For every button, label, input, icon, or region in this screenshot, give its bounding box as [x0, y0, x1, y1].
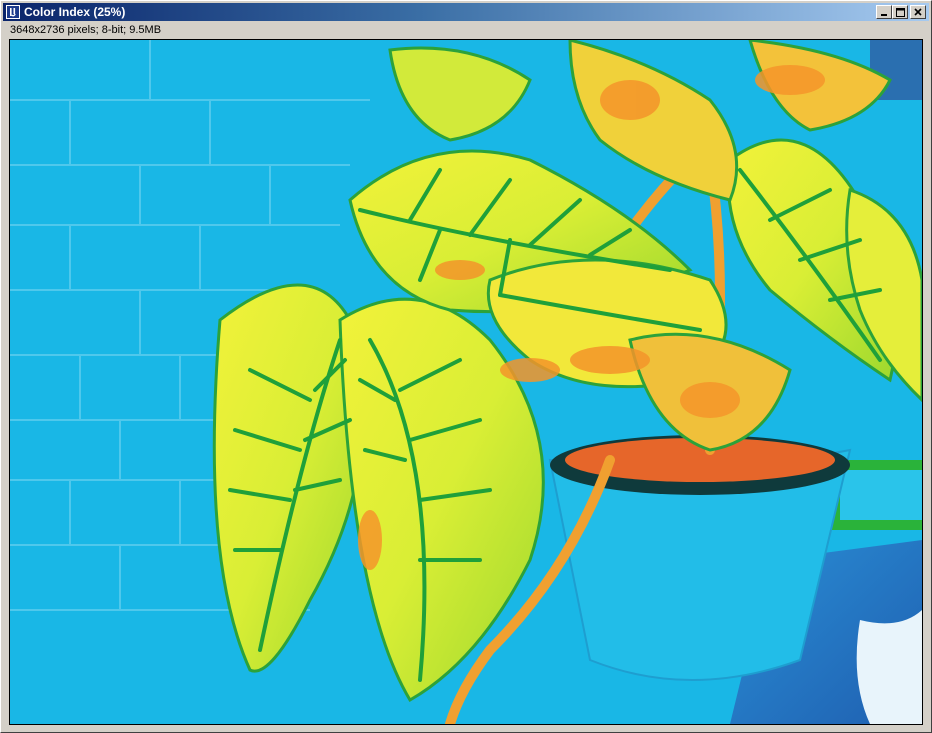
- title-bar[interactable]: Color Index (25%): [3, 3, 929, 21]
- imagej-icon: [6, 5, 20, 19]
- minimize-button[interactable]: [876, 5, 892, 19]
- false-color-plant-image: [10, 40, 922, 724]
- image-window: Color Index (25%) 3648x2736 pixels; 8-bi…: [0, 0, 932, 733]
- window-title: Color Index (25%): [24, 5, 126, 19]
- maximize-icon: [895, 7, 905, 17]
- close-button[interactable]: [910, 5, 926, 19]
- minimize-icon: [881, 14, 887, 16]
- close-icon: [914, 8, 922, 16]
- window-controls: [876, 5, 926, 19]
- image-canvas[interactable]: [9, 39, 923, 725]
- image-info-text: 3648x2736 pixels; 8-bit; 9.5MB: [10, 24, 162, 36]
- maximize-button[interactable]: [892, 5, 908, 19]
